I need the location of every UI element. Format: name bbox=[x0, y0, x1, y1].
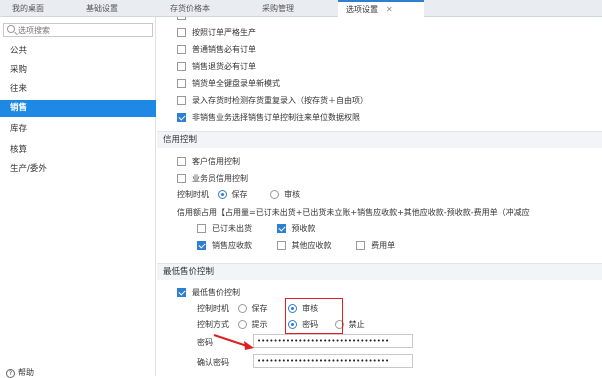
option-label: 预收款 bbox=[291, 224, 316, 233]
radio-label: 提示 bbox=[251, 320, 268, 329]
section-credit-control: 信用控制 bbox=[157, 131, 602, 148]
option-label: 非销售业务选择销售订单控制往来单位数据权限 bbox=[192, 113, 360, 122]
section-min-price: 最低售价控制 bbox=[157, 263, 602, 280]
confirm-password-field[interactable]: •••••••••••••••••••••••••••••••• bbox=[253, 354, 413, 368]
radio-credit-save[interactable] bbox=[217, 190, 227, 199]
sidebar-item-inventory[interactable]: 库存 bbox=[0, 121, 156, 138]
radio-label: 审核 bbox=[284, 190, 301, 199]
tab-option-settings-label: 选项设置 bbox=[346, 5, 378, 14]
tab-purchase-management[interactable]: 采购管理 bbox=[262, 0, 294, 17]
help-icon: ? bbox=[6, 369, 15, 378]
search-input[interactable] bbox=[18, 25, 148, 36]
confirm-password-label: 确认密码 bbox=[197, 358, 229, 367]
checkbox-salesman-credit[interactable] bbox=[177, 174, 186, 183]
radio-method-prompt[interactable] bbox=[237, 320, 247, 329]
checkbox-min-price-control[interactable] bbox=[177, 288, 186, 297]
checkbox-expense-bill[interactable] bbox=[356, 241, 366, 250]
option-label: 录入存货时检测存货重复录入（按存货＋自由项） bbox=[192, 96, 368, 105]
option-label: 业务员信用控制 bbox=[192, 174, 248, 183]
option-label: 最低售价控制 bbox=[192, 288, 240, 297]
sidebar-item-production[interactable]: 生产/委外 bbox=[0, 161, 156, 178]
sidebar-item-accounts[interactable]: 往来 bbox=[0, 81, 156, 98]
search-icon bbox=[7, 25, 15, 33]
close-icon[interactable]: ✕ bbox=[386, 5, 393, 14]
option-row: 客户信用控制 bbox=[177, 156, 240, 167]
checkbox-customer-credit[interactable] bbox=[177, 157, 186, 166]
option-label: 客户信用控制 bbox=[192, 157, 240, 166]
option-row: 按照订单严格生产 bbox=[177, 27, 256, 38]
sidebar-item-purchase[interactable]: 采购 bbox=[0, 62, 156, 79]
options-panel: 按照订单严格生产 普通销售必有订单 销售退货必有订单 销货单全键盘录单新模式 录… bbox=[157, 17, 602, 376]
min-price-timing-label: 控制时机 bbox=[197, 304, 229, 313]
option-row: 普通销售必有订单 bbox=[177, 44, 256, 55]
option-row: 业务员信用控制 bbox=[177, 173, 248, 184]
option-label: 普通销售必有订单 bbox=[192, 45, 256, 54]
option-row: 销货单全键盘录单新模式 bbox=[177, 78, 280, 89]
checkbox-keyboard-entry-mode[interactable] bbox=[177, 79, 186, 88]
checkbox-ordered-not-shipped[interactable] bbox=[197, 224, 206, 233]
checkbox-return-require-order[interactable] bbox=[177, 62, 186, 71]
checkbox-data-permission[interactable] bbox=[177, 113, 186, 122]
tab-basic-settings[interactable]: 基础设置 bbox=[86, 0, 118, 17]
credit-timing-row: 控制时机 保存 审核 bbox=[177, 189, 300, 200]
credit-formula-text: 信用额占用【占用量=已订未出货+已出货未立账+销售应收款+其他应收款-预收款-费… bbox=[177, 208, 530, 217]
radio-label: 禁止 bbox=[348, 320, 365, 329]
highlight-box bbox=[285, 298, 343, 334]
option-row: 最低售价控制 bbox=[177, 287, 240, 298]
checkbox-other-receivable[interactable] bbox=[276, 241, 286, 250]
checkbox-advance-receipt[interactable] bbox=[276, 224, 286, 233]
option-label: 费用单 bbox=[371, 241, 396, 250]
checkbox-sales-receivable[interactable] bbox=[197, 241, 206, 250]
checkbox-duplicate-check[interactable] bbox=[177, 96, 186, 105]
search-box[interactable] bbox=[3, 23, 153, 37]
radio-label: 保存 bbox=[231, 190, 248, 199]
sidebar-item-sales[interactable]: 销售 bbox=[0, 100, 156, 117]
tab-option-settings[interactable]: 选项设置 ✕ bbox=[338, 0, 424, 17]
password-field[interactable]: •••••••••••••••••••••••••••••••• bbox=[253, 334, 413, 348]
min-price-method-label: 控制方式 bbox=[197, 320, 229, 329]
credit-items-row1: 已订未出货 预收款 bbox=[197, 223, 316, 234]
sidebar: 公共 采购 往来 销售 库存 核算 生产/委外 ?帮助 bbox=[0, 17, 156, 378]
option-label: 按照订单严格生产 bbox=[192, 28, 256, 37]
annotation-arrow-icon bbox=[213, 334, 254, 350]
help-link[interactable]: ? 帮助 bbox=[6, 367, 34, 378]
option-label: 销售退货必有订单 bbox=[192, 62, 256, 71]
option-row: 非销售业务选择销售订单控制往来单位数据权限 bbox=[177, 112, 360, 123]
credit-timing-label: 控制时机 bbox=[177, 190, 209, 199]
checkbox-sales-require-order[interactable] bbox=[177, 45, 186, 54]
checkbox-strict-order-production[interactable] bbox=[177, 28, 186, 37]
tab-bar: 我的桌面 基础设置 存货价格本 采购管理 选项设置 ✕ bbox=[0, 0, 602, 17]
sidebar-item-accounting[interactable]: 核算 bbox=[0, 142, 156, 159]
option-row-cut bbox=[177, 17, 192, 20]
radio-credit-audit[interactable] bbox=[270, 190, 280, 199]
option-label: 已订未出货 bbox=[212, 224, 252, 233]
tab-price-book[interactable]: 存货价格本 bbox=[170, 0, 210, 17]
checkbox[interactable] bbox=[177, 17, 186, 20]
radio-label: 保存 bbox=[251, 304, 268, 313]
tab-my-desktop[interactable]: 我的桌面 bbox=[12, 0, 44, 17]
sidebar-item-common[interactable]: 公共 bbox=[0, 43, 156, 60]
password-label: 密码 bbox=[197, 338, 213, 347]
credit-items-row2: 销售应收款 其他应收款 费用单 bbox=[197, 240, 395, 251]
option-label: 销售应收款 bbox=[212, 241, 252, 250]
option-label: 销货单全键盘录单新模式 bbox=[192, 79, 280, 88]
option-label: 其他应收款 bbox=[291, 241, 332, 250]
option-row: 录入存货时检测存货重复录入（按存货＋自由项） bbox=[177, 95, 368, 106]
radio-min-price-save[interactable] bbox=[237, 304, 247, 313]
option-row: 销售退货必有订单 bbox=[177, 61, 256, 72]
